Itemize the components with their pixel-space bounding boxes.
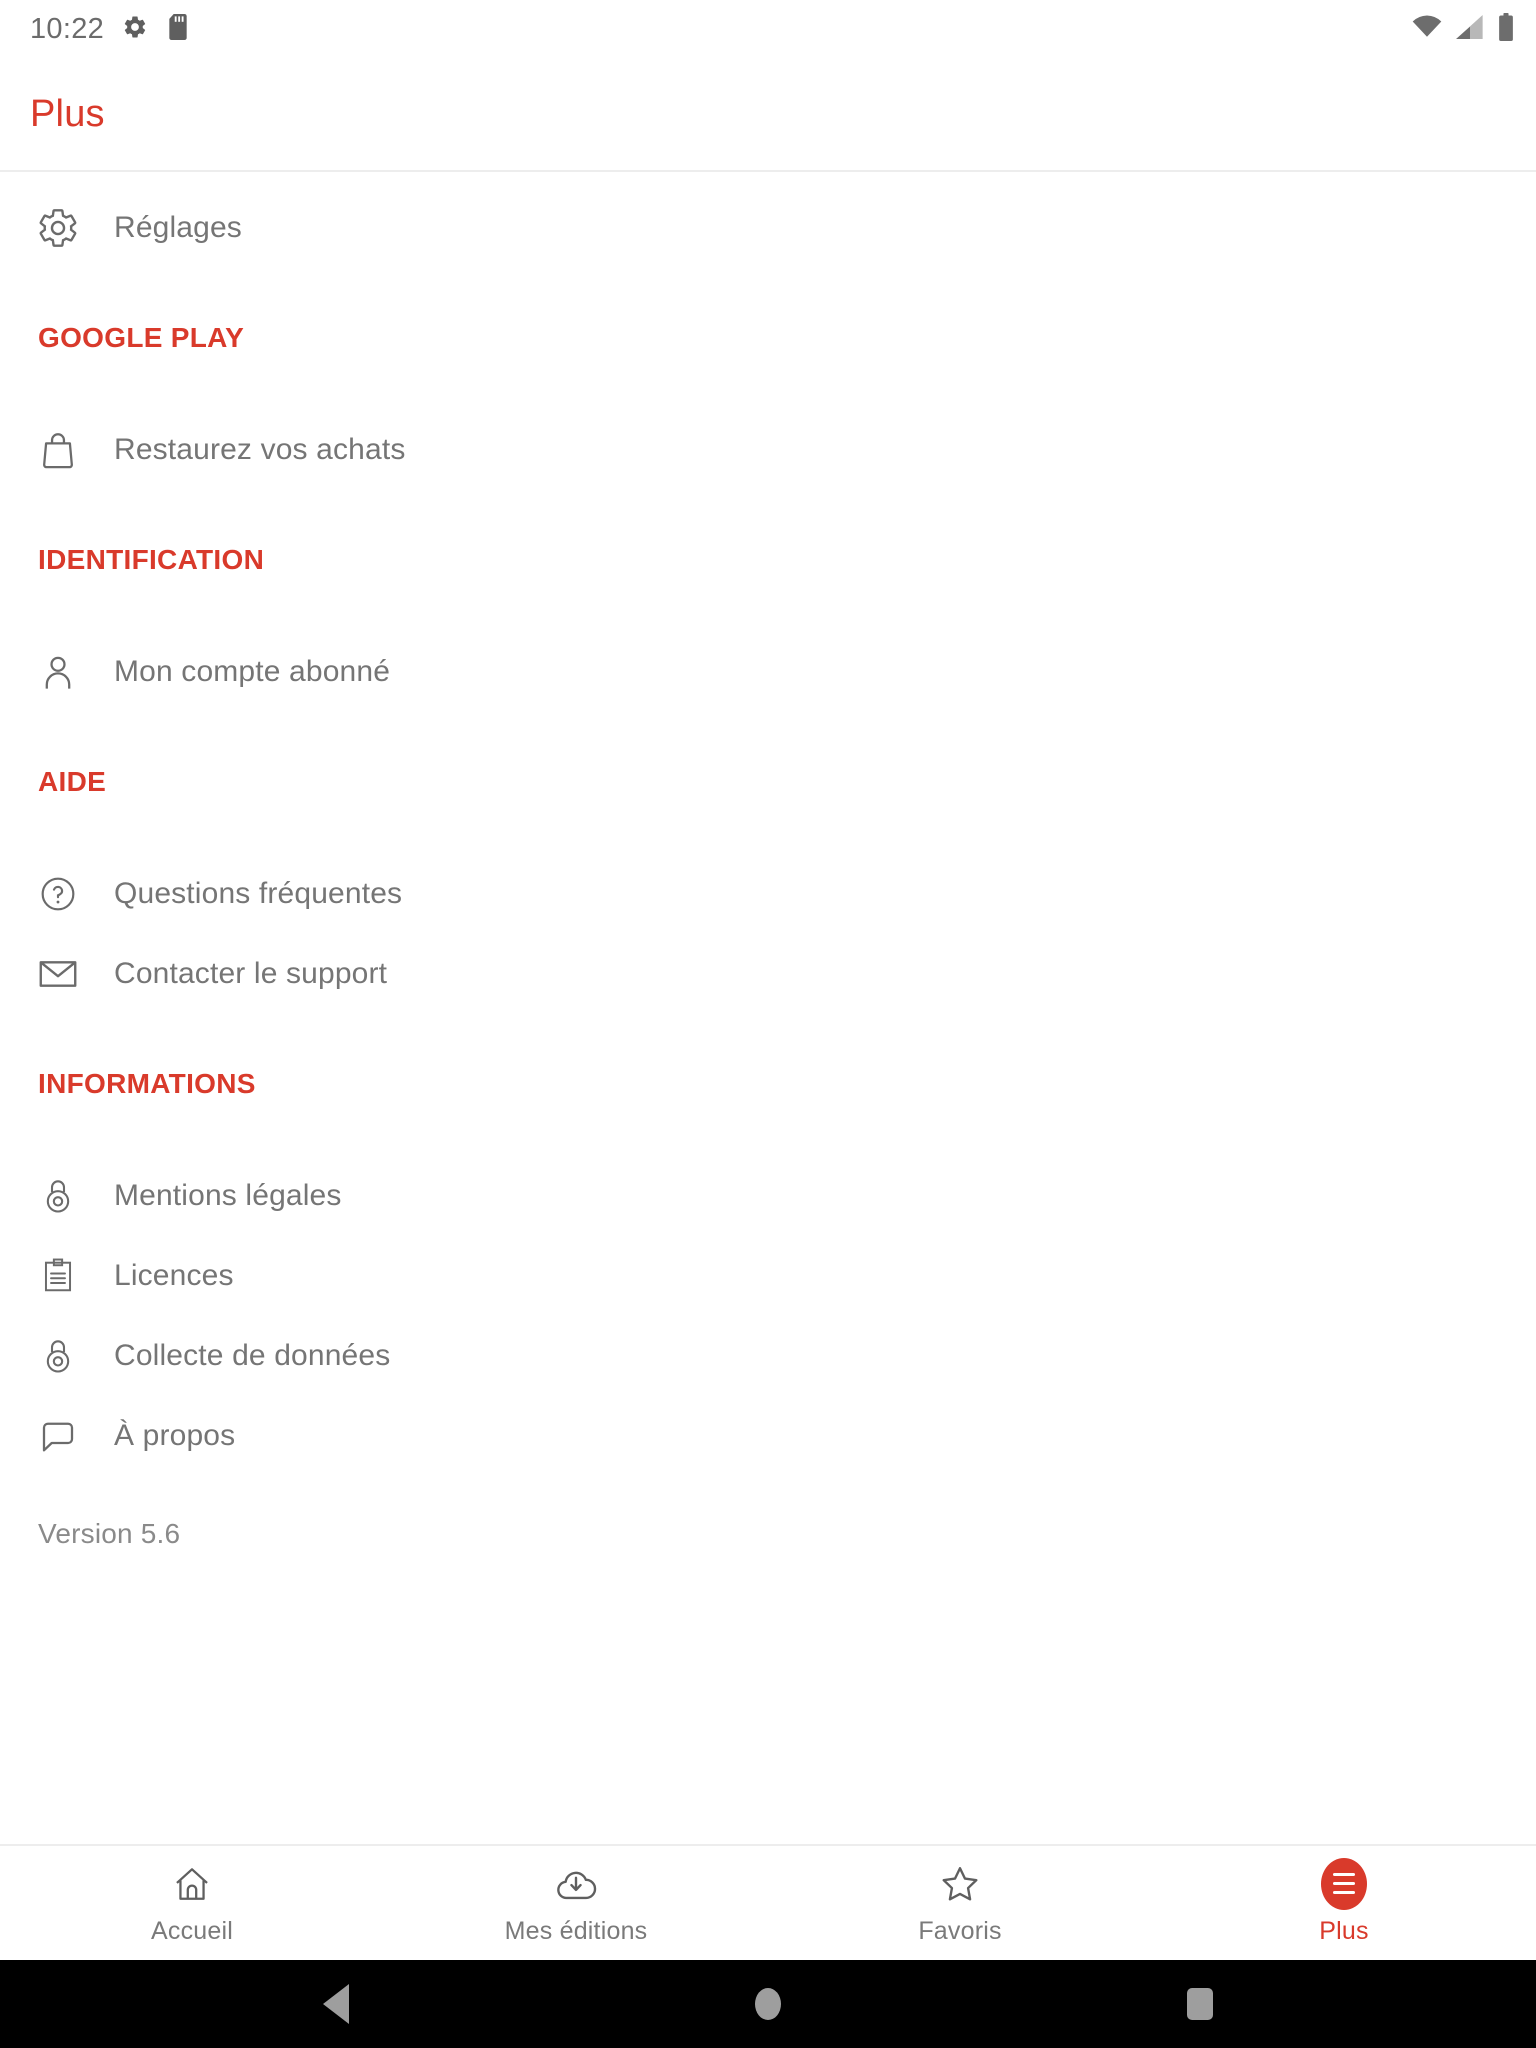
cellular-signal-icon <box>1456 14 1484 44</box>
nav-item-label: Accueil <box>151 1916 233 1945</box>
hamburger-badge <box>1321 1857 1367 1910</box>
home-icon <box>171 1861 213 1907</box>
list-item-contacter-support[interactable]: Contacter le support <box>0 940 1536 1008</box>
nav-item-plus[interactable]: Plus <box>1152 1846 1536 1960</box>
nav-item-mes-editions[interactable]: Mes éditions <box>384 1846 768 1960</box>
recents-square-icon[interactable] <box>1187 1988 1213 2020</box>
section-header-identification: IDENTIFICATION <box>38 544 265 575</box>
back-triangle-icon[interactable] <box>323 1984 349 2024</box>
status-time: 10:22 <box>30 12 105 45</box>
list-item-collecte-donnees[interactable]: Collecte de données <box>0 1322 1536 1390</box>
gear-icon <box>30 200 86 256</box>
section-header-google-play: GOOGLE PLAY <box>38 322 245 353</box>
person-icon <box>30 644 86 700</box>
settings-list: Réglages GOOGLE PLAY Restaurez vos achat… <box>0 172 1536 1844</box>
shopping-bag-icon <box>30 422 86 478</box>
wifi-icon <box>1412 14 1442 44</box>
list-item-label: Mon compte abonné <box>114 655 391 688</box>
lock-icon <box>30 1328 86 1384</box>
list-item-mon-compte-abonne[interactable]: Mon compte abonné <box>0 638 1536 706</box>
clipboard-icon <box>30 1248 86 1304</box>
sd-card-icon <box>166 13 190 45</box>
nav-item-label: Plus <box>1319 1916 1369 1945</box>
bottom-navigation: Accueil Mes éditions Favoris Plus <box>0 1844 1536 1960</box>
app-bar: Plus <box>0 58 1536 172</box>
hamburger-badge-icon <box>1321 1857 1367 1910</box>
list-item-label: Mentions légales <box>114 1179 342 1212</box>
lock-icon <box>30 1168 86 1224</box>
list-item-questions-frequentes[interactable]: Questions fréquentes <box>0 860 1536 928</box>
list-item-label: À propos <box>114 1419 236 1452</box>
version-text: Version 5.6 <box>38 1518 181 1549</box>
list-item-restaurez-achats[interactable]: Restaurez vos achats <box>0 416 1536 484</box>
status-bar-left: 10:22 <box>30 12 190 45</box>
cloud-download-icon <box>554 1861 598 1907</box>
nav-item-label: Favoris <box>918 1916 1002 1945</box>
list-item-label: Réglages <box>114 211 242 244</box>
page-title: Plus <box>30 92 105 135</box>
list-item-label: Contacter le support <box>114 957 388 990</box>
list-item-label: Licences <box>114 1259 234 1292</box>
nav-item-label: Mes éditions <box>504 1916 648 1945</box>
section-header-informations: INFORMATIONS <box>38 1068 256 1099</box>
home-circle-icon[interactable] <box>755 1988 781 2020</box>
nav-item-accueil[interactable]: Accueil <box>0 1846 384 1960</box>
app-screen: 10:22 Plus Réglages GOOGLE PLAY Restaure… <box>0 0 1536 2048</box>
section-header-aide: AIDE <box>38 766 107 797</box>
list-item-label: Restaurez vos achats <box>114 433 406 466</box>
list-item-reglages[interactable]: Réglages <box>0 194 1536 262</box>
list-item-licences[interactable]: Licences <box>0 1242 1536 1310</box>
envelope-icon <box>30 946 86 1002</box>
nav-item-favoris[interactable]: Favoris <box>768 1846 1152 1960</box>
list-item-label: Questions fréquentes <box>114 877 403 910</box>
gear-icon <box>122 14 148 45</box>
speech-bubble-icon <box>30 1408 86 1464</box>
list-item-a-propos[interactable]: À propos <box>0 1402 1536 1470</box>
status-bar: 10:22 <box>0 0 1536 58</box>
list-item-mentions-legales[interactable]: Mentions légales <box>0 1162 1536 1230</box>
system-navigation-bar <box>0 1960 1536 2048</box>
list-item-label: Collecte de données <box>114 1339 391 1372</box>
status-bar-right <box>1412 12 1514 46</box>
star-icon <box>938 1861 982 1907</box>
battery-icon <box>1498 12 1514 46</box>
help-circle-icon <box>30 866 86 922</box>
